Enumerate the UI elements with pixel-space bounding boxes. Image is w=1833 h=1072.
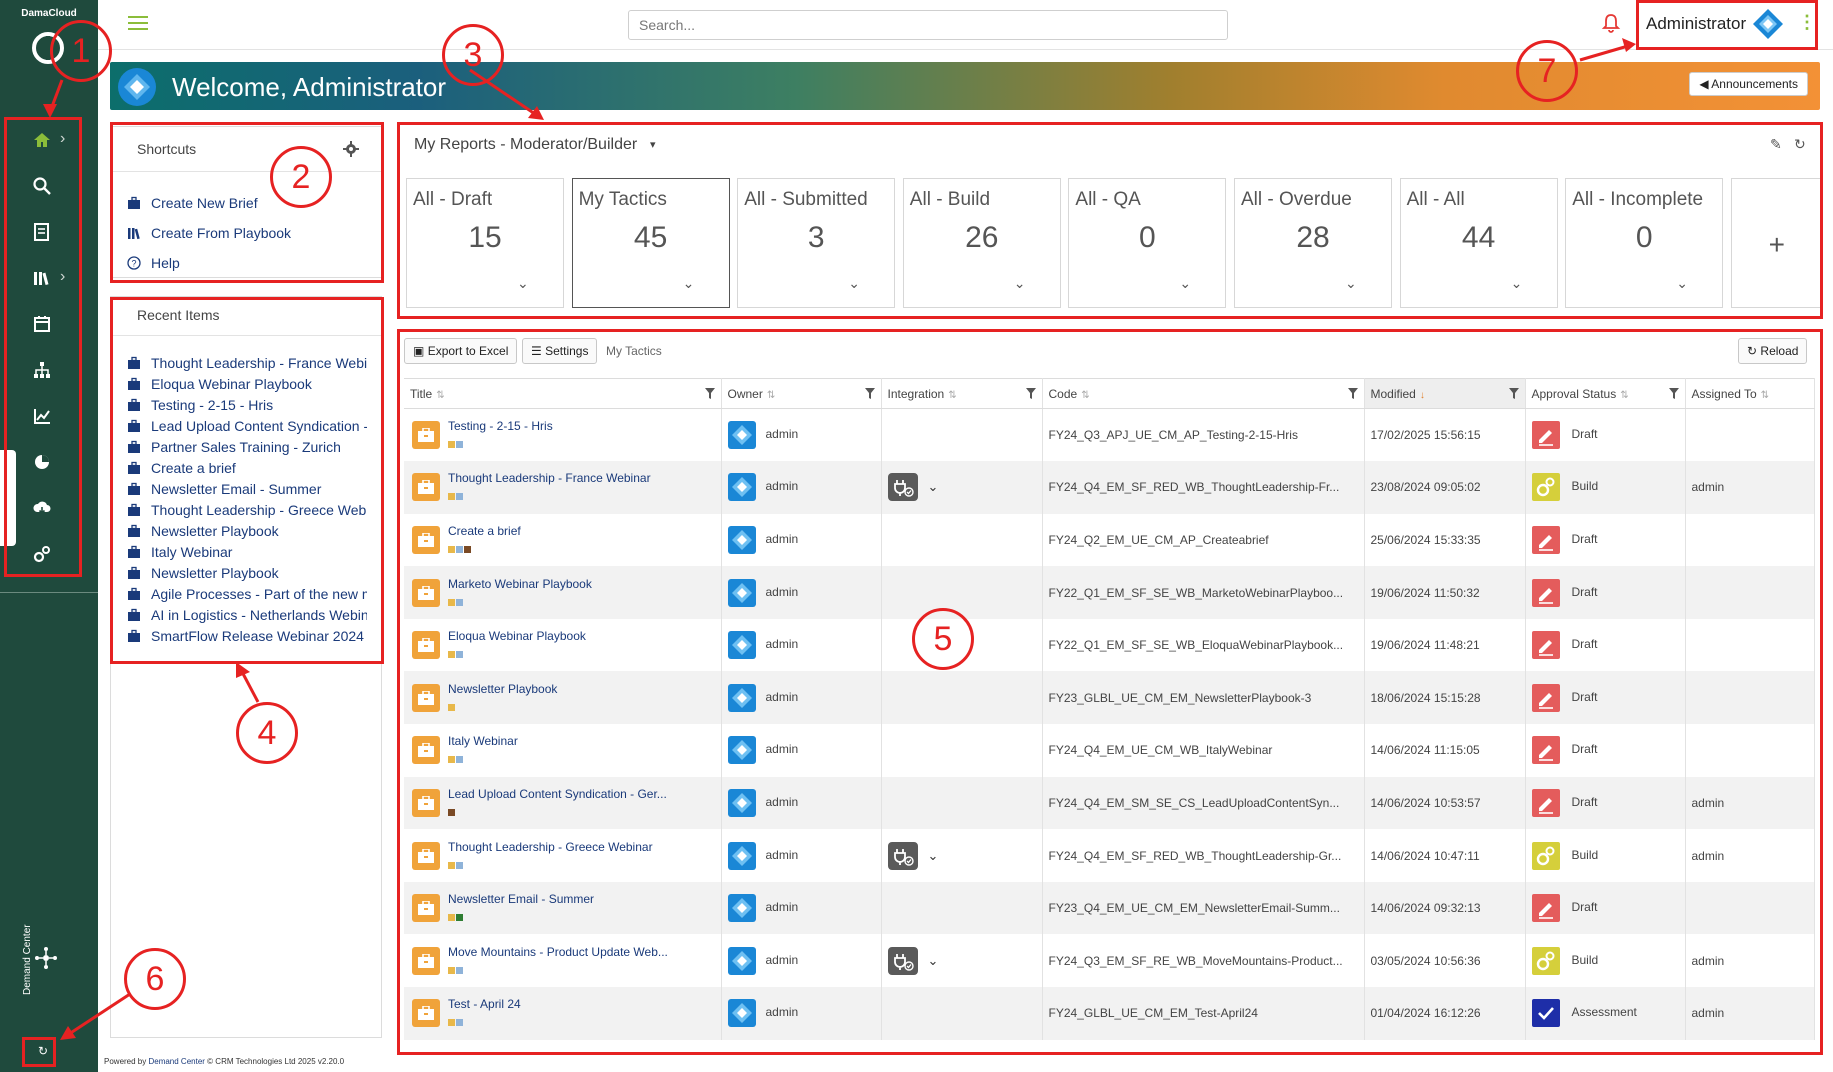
annotation-marker-5: 5 bbox=[912, 608, 974, 670]
annotation-marker-6: 6 bbox=[124, 948, 186, 1010]
nav-divider bbox=[0, 592, 98, 593]
app-root: DamaCloud › › Demand Center ↻ Search... … bbox=[0, 0, 1833, 1072]
annotation-box-5 bbox=[397, 329, 1823, 1055]
page-title: Welcome, Administrator bbox=[172, 72, 447, 102]
footer: Powered by Demand Center © CRM Technolog… bbox=[104, 1057, 344, 1066]
annotation-marker-2: 2 bbox=[270, 146, 332, 208]
footer-prefix: Powered by bbox=[104, 1057, 149, 1066]
top-bar: Administrator ⋮ bbox=[98, 0, 1833, 50]
annotation-marker-4: 4 bbox=[236, 702, 298, 764]
announcements-button[interactable]: ◀ Announcements bbox=[1689, 72, 1808, 96]
megaphone-icon: ◀ bbox=[1699, 77, 1709, 91]
footer-suffix: © CRM Technologies Ltd 2025 v2.20.0 bbox=[204, 1057, 345, 1066]
footer-link[interactable]: Demand Center bbox=[148, 1057, 204, 1066]
demand-center-icon[interactable] bbox=[34, 946, 58, 970]
hamburger-menu-icon[interactable] bbox=[128, 16, 148, 32]
annotation-box-4 bbox=[110, 297, 384, 664]
annotation-box-7 bbox=[1636, 0, 1818, 50]
annotation-marker-1: 1 bbox=[50, 20, 112, 82]
annotation-box-6 bbox=[22, 1037, 56, 1067]
annotation-box-3 bbox=[397, 122, 1823, 319]
announcements-label: Announcements bbox=[1711, 77, 1798, 91]
annotation-marker-3: 3 bbox=[442, 24, 504, 86]
banner-logo bbox=[118, 68, 156, 106]
notification-bell-icon[interactable] bbox=[1600, 12, 1622, 34]
annotation-box-1 bbox=[4, 117, 82, 577]
brand-name: DamaCloud bbox=[21, 8, 77, 19]
annotation-box-2 bbox=[110, 122, 384, 283]
search-input[interactable] bbox=[628, 10, 1228, 40]
annotation-marker-7: 7 bbox=[1516, 40, 1578, 102]
